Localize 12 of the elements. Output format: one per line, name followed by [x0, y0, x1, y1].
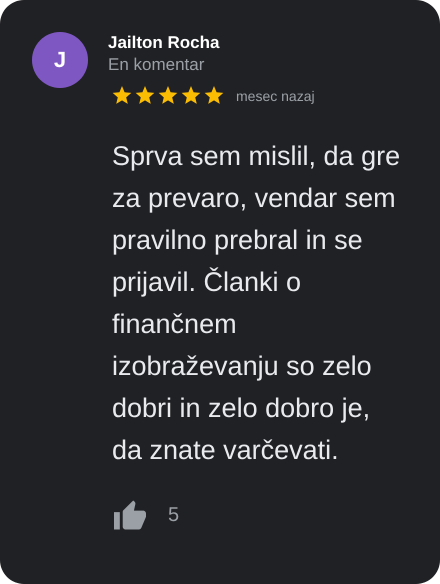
like-count: 5 — [168, 504, 180, 526]
review-time: mesec nazaj — [236, 88, 315, 104]
star-icon — [181, 86, 201, 105]
star-icon — [135, 86, 155, 105]
star-icon — [158, 86, 178, 105]
thumbs-up-icon[interactable] — [112, 499, 148, 531]
review-count: En komentar — [108, 54, 206, 76]
review-text: Sprva sem mislil, da gre za prevaro, vendar sem pravilno prebral in se prijavil. Članki o finančnem izobraževanju so zelo dobri in zelo dobro je, da znate varčevati. — [112, 140, 402, 467]
avatar: J — [32, 32, 88, 88]
star-icon — [204, 86, 224, 105]
star-icon — [112, 86, 132, 105]
author-name: Jailton Rocha — [108, 32, 220, 54]
